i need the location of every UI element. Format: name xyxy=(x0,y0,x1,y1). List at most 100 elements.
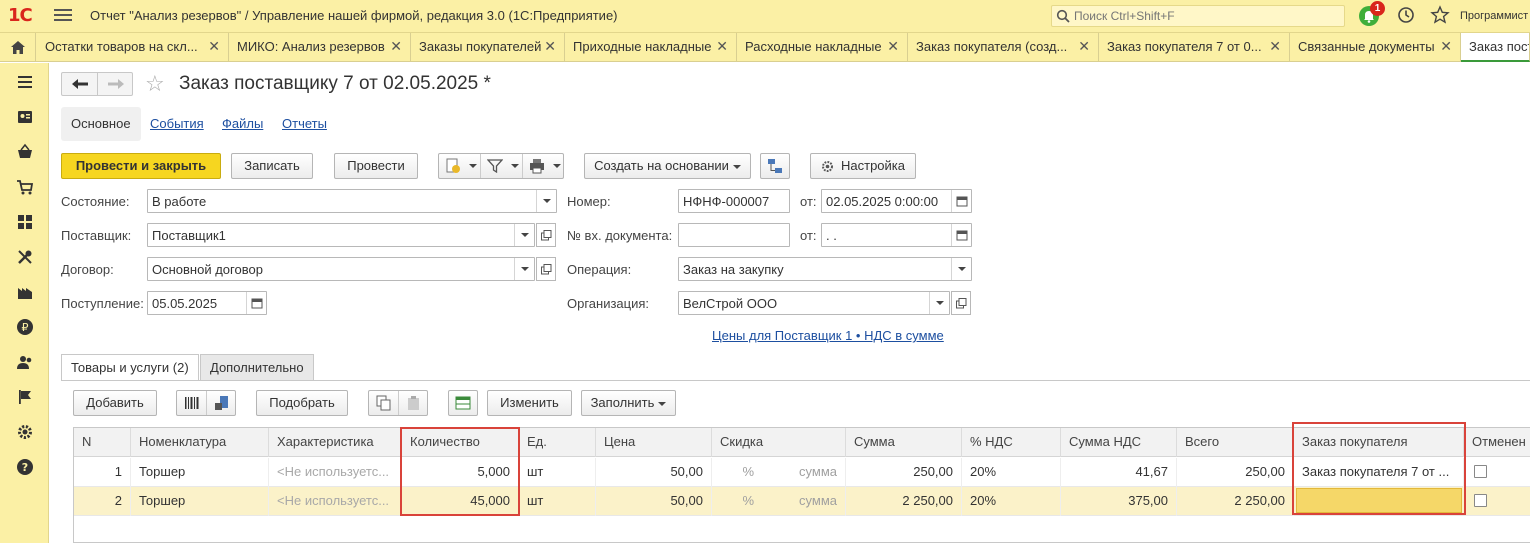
terminal-button[interactable] xyxy=(207,391,237,415)
col-customer-order[interactable]: Заказ покупателя xyxy=(1294,428,1464,457)
col-vat-sum[interactable]: Сумма НДС xyxy=(1061,428,1177,457)
menu-icon[interactable] xyxy=(16,73,34,91)
chevron-down-icon[interactable] xyxy=(514,224,534,246)
close-icon[interactable]: ✕ xyxy=(1078,38,1090,55)
favorite-star-icon[interactable]: ☆ xyxy=(145,71,165,97)
table-row[interactable]: 1 Торшер <Не используетс... 5,000 шт 50,… xyxy=(74,458,1530,487)
arrival-date-field[interactable]: 05.05.2025 xyxy=(147,291,267,315)
structure-button[interactable] xyxy=(760,153,790,179)
change-button[interactable]: Изменить xyxy=(487,390,572,416)
tab-related-documents[interactable]: Связанные документы ✕ xyxy=(1290,33,1461,62)
operation-select[interactable]: Заказ на закупку xyxy=(678,257,972,281)
chevron-down-icon[interactable] xyxy=(951,258,971,280)
close-icon[interactable]: ✕ xyxy=(716,38,728,55)
calendar-icon[interactable] xyxy=(951,190,971,212)
main-menu-icon[interactable] xyxy=(54,6,72,24)
history-icon[interactable] xyxy=(1396,5,1416,25)
cell-customer-order-active[interactable] xyxy=(1296,488,1462,513)
add-row-button[interactable]: Добавить xyxy=(73,390,157,416)
cell-total[interactable]: 2 250,00 xyxy=(1177,487,1294,516)
contract-field[interactable]: Основной договор xyxy=(147,257,535,281)
cell-discount-sum[interactable]: сумма xyxy=(762,487,846,516)
cell-price[interactable]: 50,00 xyxy=(596,487,712,516)
print-dropdown[interactable] xyxy=(523,154,565,178)
cell-quantity[interactable]: 45,000 xyxy=(402,487,519,516)
col-price[interactable]: Цена xyxy=(596,428,712,457)
organization-field[interactable]: ВелСтрой ООО xyxy=(678,291,950,315)
tab-customer-order-7[interactable]: Заказ покупателя 7 от 0... ✕ xyxy=(1099,33,1290,62)
incoming-number-field[interactable] xyxy=(678,223,790,247)
create-doc-dropdown[interactable] xyxy=(439,154,481,178)
close-icon[interactable]: ✕ xyxy=(208,38,220,55)
cell-price[interactable]: 50,00 xyxy=(596,458,712,487)
cell-discount-pct[interactable]: % xyxy=(712,458,762,487)
section-reports[interactable]: Отчеты xyxy=(282,107,327,141)
cell-vat-sum[interactable]: 41,67 xyxy=(1061,458,1177,487)
col-item[interactable]: Номенклатура xyxy=(131,428,269,457)
forward-arrow-icon[interactable] xyxy=(107,78,125,90)
cell-characteristic[interactable]: <Не используетс... xyxy=(269,487,402,516)
tab-receipt-invoices[interactable]: Приходные накладные ✕ xyxy=(565,33,737,62)
fill-dropdown-button[interactable]: Заполнить xyxy=(581,390,676,416)
document-date-field[interactable]: 02.05.2025 0:00:00 xyxy=(821,189,972,213)
tab-supplier-order[interactable]: Заказ поставщ xyxy=(1461,33,1530,62)
col-discount[interactable]: Скидка xyxy=(712,428,846,457)
barcode-button[interactable] xyxy=(177,391,207,415)
col-n[interactable]: N xyxy=(74,428,131,457)
prices-link[interactable]: Цены для Поставщик 1 • НДС в сумме xyxy=(712,328,944,343)
state-select[interactable]: В работе xyxy=(147,189,557,213)
calendar-icon[interactable] xyxy=(951,224,971,246)
save-button[interactable]: Записать xyxy=(231,153,313,179)
factory-icon[interactable] xyxy=(16,283,34,301)
open-supplier-button[interactable] xyxy=(536,223,556,247)
section-files[interactable]: Файлы xyxy=(222,107,263,141)
col-unit[interactable]: Ед. xyxy=(519,428,596,457)
settings-button[interactable]: Настройка xyxy=(810,153,916,179)
cell-item[interactable]: Торшер xyxy=(131,487,269,516)
tab-customer-orders[interactable]: Заказы покупателей ✕ xyxy=(411,33,565,62)
cell-vat-sum[interactable]: 375,00 xyxy=(1061,487,1177,516)
close-icon[interactable]: ✕ xyxy=(390,38,402,55)
chevron-down-icon[interactable] xyxy=(536,190,556,212)
cell-quantity[interactable]: 5,000 xyxy=(402,458,519,487)
supplier-field[interactable]: Поставщик1 xyxy=(147,223,535,247)
cell-unit[interactable]: шт xyxy=(519,458,596,487)
close-icon[interactable]: ✕ xyxy=(887,38,899,55)
incoming-date-field[interactable]: . . xyxy=(821,223,972,247)
tab-additional[interactable]: Дополнительно xyxy=(200,354,314,381)
col-quantity[interactable]: Количество xyxy=(402,428,519,457)
search-box[interactable] xyxy=(1051,5,1345,27)
cell-customer-order[interactable]: Заказ покупателя 7 от ... xyxy=(1294,458,1464,487)
cell-discount-sum[interactable]: сумма xyxy=(762,458,846,487)
pick-button[interactable]: Подобрать xyxy=(256,390,348,416)
col-characteristic[interactable]: Характеристика xyxy=(269,428,402,457)
cell-characteristic[interactable]: <Не используетс... xyxy=(269,458,402,487)
col-cancelled[interactable]: Отменен xyxy=(1464,428,1530,457)
tab-miko-reserves[interactable]: МИКО: Анализ резервов ✕ xyxy=(229,33,411,62)
cell-discount-pct[interactable]: % xyxy=(712,487,762,516)
back-arrow-icon[interactable] xyxy=(71,78,89,90)
cancelled-checkbox[interactable] xyxy=(1474,494,1487,507)
grid-icon[interactable] xyxy=(16,213,34,231)
calendar-icon[interactable] xyxy=(246,292,266,314)
create-based-on-button[interactable]: Создать на основании xyxy=(584,153,751,179)
chevron-down-icon[interactable] xyxy=(929,292,949,314)
flag-icon[interactable] xyxy=(16,388,34,406)
paste-row-button[interactable] xyxy=(399,391,429,415)
section-main[interactable]: Основное xyxy=(61,107,141,141)
cell-sum[interactable]: 2 250,00 xyxy=(846,487,962,516)
ruble-icon[interactable]: ₽ xyxy=(16,318,34,336)
basket-icon[interactable] xyxy=(16,143,34,161)
tab-customer-order-new[interactable]: Заказ покупателя (созд... ✕ xyxy=(908,33,1099,62)
current-user[interactable]: Программист xyxy=(1460,10,1528,22)
people-icon[interactable] xyxy=(16,353,34,371)
tab-stock-balances[interactable]: Остатки товаров на скл... ✕ xyxy=(37,33,229,62)
gear-icon[interactable] xyxy=(16,423,34,441)
cancelled-checkbox[interactable] xyxy=(1474,465,1487,478)
filter-dropdown[interactable] xyxy=(481,154,523,178)
contacts-icon[interactable] xyxy=(16,108,34,126)
open-organization-button[interactable] xyxy=(951,291,971,315)
tab-goods-services[interactable]: Товары и услуги (2) xyxy=(61,354,199,381)
close-icon[interactable]: ✕ xyxy=(1440,38,1452,55)
favorites-star-icon[interactable] xyxy=(1430,5,1450,25)
